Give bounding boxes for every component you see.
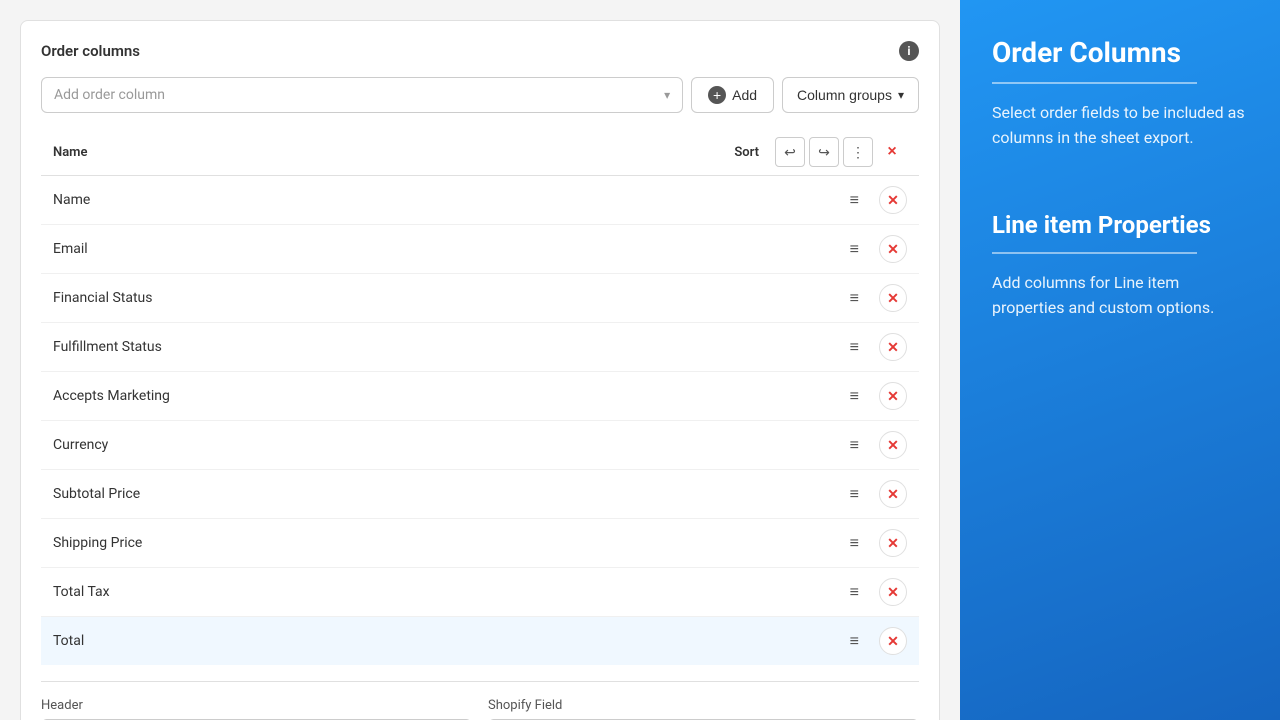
table-row[interactable]: Subtotal Price ≡ ✕: [41, 470, 919, 519]
drag-handle-icon: ≡: [850, 288, 859, 308]
right-panel: Order Columns Select order fields to be …: [960, 0, 1280, 720]
order-columns-card: Order columns i Add order column ▾ + Add…: [20, 20, 940, 720]
row-delete-button[interactable]: ✕: [879, 578, 907, 606]
right-main-desc: Select order fields to be included as co…: [992, 100, 1248, 151]
chevron-down-icon: ▾: [898, 88, 904, 102]
row-delete-button[interactable]: ✕: [879, 235, 907, 263]
table-row[interactable]: Fulfillment Status ≡ ✕: [41, 323, 919, 372]
drag-handle-icon: ≡: [850, 533, 859, 553]
settings-button[interactable]: ⋮: [843, 137, 873, 167]
row-name: Total Tax: [53, 584, 850, 600]
row-delete-button[interactable]: ✕: [879, 431, 907, 459]
fields-section: Header Shopify Field Field Template Form…: [41, 681, 919, 720]
row-delete-button[interactable]: ✕: [879, 186, 907, 214]
redo-button[interactable]: ↪: [809, 137, 839, 167]
columns-list: Name ≡ ✕ Email ≡ ✕ Financial Status ≡ ✕ …: [41, 176, 919, 665]
table-row[interactable]: Total ≡ ✕: [41, 617, 919, 665]
left-panel: Order columns i Add order column ▾ + Add…: [0, 0, 960, 720]
drag-handle-icon: ≡: [850, 484, 859, 504]
drag-handle-icon: ≡: [850, 239, 859, 259]
toolbar-row: Add order column ▾ + Add Column groups ▾: [41, 77, 919, 113]
row-delete-button[interactable]: ✕: [879, 382, 907, 410]
row-delete-button[interactable]: ✕: [879, 627, 907, 655]
table-row[interactable]: Name ≡ ✕: [41, 176, 919, 225]
col-name-label: Name: [53, 145, 734, 160]
col-sort-label: Sort: [734, 145, 759, 160]
drag-handle-icon: ≡: [850, 386, 859, 406]
add-button[interactable]: + Add: [691, 77, 774, 113]
add-column-select[interactable]: Add order column ▾: [41, 77, 683, 113]
add-column-placeholder: Add order column: [54, 87, 165, 103]
right-sub-desc: Add columns for Line item properties and…: [992, 270, 1248, 321]
drag-handle-icon: ≡: [850, 190, 859, 210]
right-main-title: Order Columns: [992, 36, 1248, 70]
header-actions: ↩ ↪ ⋮ ×: [775, 137, 907, 167]
info-icon[interactable]: i: [899, 41, 919, 61]
chevron-down-icon: ▾: [664, 88, 670, 102]
table-row[interactable]: Shipping Price ≡ ✕: [41, 519, 919, 568]
row-name: Financial Status: [53, 290, 850, 306]
table-row[interactable]: Email ≡ ✕: [41, 225, 919, 274]
plus-icon: +: [708, 86, 726, 104]
table-row[interactable]: Accepts Marketing ≡ ✕: [41, 372, 919, 421]
row-name: Email: [53, 241, 850, 257]
column-groups-button[interactable]: Column groups ▾: [782, 77, 919, 113]
row-name: Total: [53, 633, 850, 649]
row-delete-button[interactable]: ✕: [879, 333, 907, 361]
row-delete-button[interactable]: ✕: [879, 284, 907, 312]
right-sub-title: Line item Properties: [992, 211, 1248, 240]
row-delete-button[interactable]: ✕: [879, 529, 907, 557]
card-header: Order columns i: [41, 41, 919, 61]
delete-all-button[interactable]: ×: [877, 137, 907, 167]
fields-row: Header Shopify Field: [41, 698, 919, 720]
table-row[interactable]: Total Tax ≡ ✕: [41, 568, 919, 617]
card-title: Order columns: [41, 42, 140, 60]
right-divider-2: [992, 252, 1197, 254]
drag-handle-icon: ≡: [850, 631, 859, 651]
header-field-group: Header: [41, 698, 472, 720]
drag-handle-icon: ≡: [850, 337, 859, 357]
table-row[interactable]: Currency ≡ ✕: [41, 421, 919, 470]
row-name: Name: [53, 192, 850, 208]
shopify-field-label: Shopify Field: [488, 698, 919, 713]
row-name: Currency: [53, 437, 850, 453]
drag-handle-icon: ≡: [850, 435, 859, 455]
table-row[interactable]: Financial Status ≡ ✕: [41, 274, 919, 323]
table-header: Name Sort ↩ ↪ ⋮ ×: [41, 129, 919, 176]
shopify-field-group: Shopify Field: [488, 698, 919, 720]
drag-handle-icon: ≡: [850, 582, 859, 602]
right-divider-1: [992, 82, 1197, 84]
row-name: Accepts Marketing: [53, 388, 850, 404]
header-label: Header: [41, 698, 472, 713]
row-delete-button[interactable]: ✕: [879, 480, 907, 508]
row-name: Fulfillment Status: [53, 339, 850, 355]
row-name: Shipping Price: [53, 535, 850, 551]
undo-button[interactable]: ↩: [775, 137, 805, 167]
row-name: Subtotal Price: [53, 486, 850, 502]
